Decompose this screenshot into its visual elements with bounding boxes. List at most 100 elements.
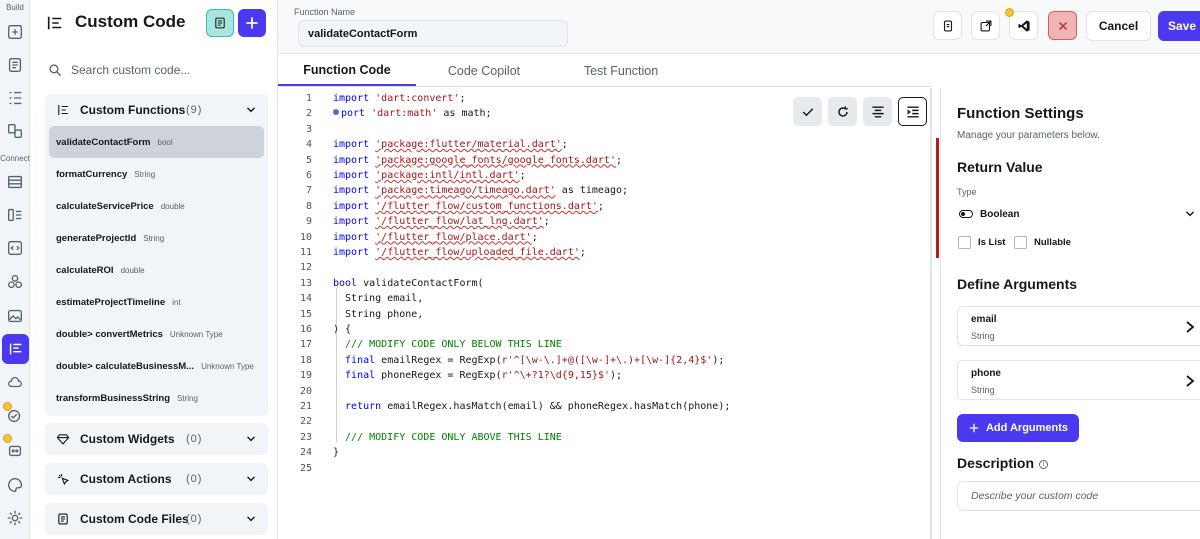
code-comment: /// MODIFY CODE ONLY ABOVE THIS LINE [333, 431, 562, 443]
code-line: String email, [333, 293, 424, 305]
rail-build-label: Build [6, 3, 24, 12]
function-item-calculateBusinessMetrics[interactable]: double> calculateBusinessM... Unknown Ty… [49, 350, 264, 382]
settings-title: Function Settings [957, 105, 1084, 122]
function-item-convertMetrics[interactable]: double> convertMetrics Unknown Type [49, 318, 264, 350]
settings-gear-icon[interactable] [5, 508, 25, 528]
description-heading: Description i [957, 455, 1049, 471]
function-name: estimateProjectTimeline [56, 296, 166, 308]
function-name: double> convertMetrics [56, 328, 163, 340]
custom-code-icon [46, 14, 64, 32]
indent-button[interactable] [898, 97, 927, 126]
nullable-label: Nullable [1034, 237, 1071, 248]
line-number: 12 [299, 262, 312, 274]
line-number: 14 [299, 293, 312, 305]
chevron-down-icon[interactable] [244, 472, 258, 486]
function-item-transformBusinessString[interactable]: transformBusinessString String [49, 382, 264, 414]
editor-tabs: Function Code Code Copilot Test Function [278, 55, 932, 87]
chevron-down-icon[interactable] [244, 512, 258, 526]
rail-connect-label: Connect [0, 154, 30, 163]
add-custom-code-button[interactable] [238, 9, 266, 37]
chevron-right-icon [1186, 375, 1195, 387]
editor-scroll-edge [930, 88, 932, 539]
refresh-button[interactable] [828, 97, 857, 126]
copy-code-button[interactable] [933, 11, 962, 40]
cloud-functions-icon[interactable] [5, 372, 25, 392]
checkbox-box[interactable] [958, 236, 971, 249]
function-name: transformBusinessString [56, 392, 171, 404]
line-number: 21 [299, 401, 312, 412]
argument-name: phone [971, 368, 1001, 379]
argument-card-email[interactable]: email String [957, 306, 1200, 346]
custom-code-icon[interactable] [2, 334, 29, 364]
app-state-icon[interactable] [5, 205, 25, 225]
close-button[interactable] [1048, 11, 1077, 40]
group-header-custom-actions[interactable]: Custom Actions (0) [45, 463, 268, 495]
pages-icon[interactable] [5, 55, 25, 75]
media-assets-icon[interactable] [5, 306, 25, 326]
agents-icon[interactable] [5, 440, 25, 460]
checkbox-box[interactable] [1014, 236, 1027, 249]
description-field[interactable]: Describe your custom code [957, 481, 1200, 511]
function-item-validateContactForm[interactable]: validateContactForm bool [49, 126, 264, 158]
document-copy-icon [943, 20, 952, 31]
is-list-checkbox[interactable]: Is List [958, 236, 1005, 249]
cancel-button[interactable]: Cancel [1086, 11, 1151, 41]
function-type: int [172, 297, 181, 307]
api-calls-icon[interactable] [5, 238, 25, 258]
add-arguments-label: Add Arguments [985, 422, 1069, 434]
chevron-down-icon[interactable] [244, 103, 258, 117]
code-line: import '/flutter_flow/lat_lng.dart'; [333, 216, 550, 228]
theme-icon[interactable] [5, 475, 25, 495]
plus-icon [969, 423, 979, 433]
info-icon[interactable]: i [1039, 459, 1049, 469]
line-number: 22 [299, 416, 312, 428]
argument-card-phone[interactable]: phone String [957, 360, 1200, 400]
tab-test-function[interactable]: Test Function [560, 55, 682, 86]
code-line: bool validateContactForm( [333, 277, 484, 289]
return-type-select[interactable]: Boolean [957, 203, 1200, 225]
add-page-icon[interactable] [5, 22, 25, 42]
components-icon[interactable] [5, 121, 25, 141]
group-custom-actions: Custom Actions (0) [45, 463, 268, 495]
document-icon [215, 17, 225, 29]
database-icon[interactable] [5, 172, 25, 192]
group-header-custom-code-files[interactable]: Custom Code Files (0) [45, 503, 268, 535]
refresh-icon [837, 105, 848, 117]
function-item-formatCurrency[interactable]: formatCurrency String [49, 158, 264, 190]
line-number: 4 [305, 139, 312, 151]
line-number: 7 [305, 185, 312, 197]
function-name-field[interactable]: validateContactForm [298, 20, 568, 47]
search-input[interactable] [71, 63, 261, 77]
settings-subtitle: Manage your parameters below. [957, 130, 1100, 141]
is-list-label: Is List [978, 237, 1006, 248]
premium-star-icon [3, 402, 12, 411]
add-arguments-button[interactable]: Add Arguments [957, 414, 1079, 442]
documentation-button[interactable] [206, 9, 234, 37]
nullable-checkbox[interactable]: Nullable [1014, 236, 1071, 249]
chevron-right-icon [1186, 321, 1195, 333]
format-code-button[interactable] [863, 97, 892, 126]
code-editor[interactable]: 1 import 'dart:convert'; 2 port 'dart:math… [278, 88, 932, 539]
tab-function-code[interactable]: Function Code [278, 55, 416, 86]
return-value-heading: Return Value [957, 159, 1043, 175]
function-item-generateProjectId[interactable]: generateProjectId String [49, 222, 264, 254]
line-number: 3 [305, 123, 312, 135]
sidebar-header: Custom Code [30, 0, 278, 46]
function-type: String [177, 393, 198, 403]
chevron-down-icon[interactable] [244, 432, 258, 446]
open-in-vscode-button[interactable] [1009, 11, 1038, 40]
check-button[interactable] [793, 97, 822, 126]
tab-code-copilot[interactable]: Code Copilot [428, 55, 540, 86]
function-item-calculateROI[interactable]: calculateROI double [49, 254, 264, 286]
diamond-icon [56, 434, 70, 445]
group-header-custom-functions[interactable]: Custom Functions (9) [45, 94, 268, 126]
integrations-icon[interactable] [5, 272, 25, 292]
widget-tree-icon[interactable] [5, 88, 25, 108]
save-button[interactable]: Save [1158, 11, 1200, 41]
function-settings-panel: Function Settings Manage your parameters… [940, 88, 1200, 539]
function-item-calculateServicePrice[interactable]: calculateServicePrice double [49, 190, 264, 222]
type-label: Type [957, 187, 977, 197]
function-item-estimateProjectTimeline[interactable]: estimateProjectTimeline int [49, 286, 264, 318]
open-external-button[interactable] [971, 11, 1000, 40]
group-header-custom-widgets[interactable]: Custom Widgets (0) [45, 423, 268, 455]
